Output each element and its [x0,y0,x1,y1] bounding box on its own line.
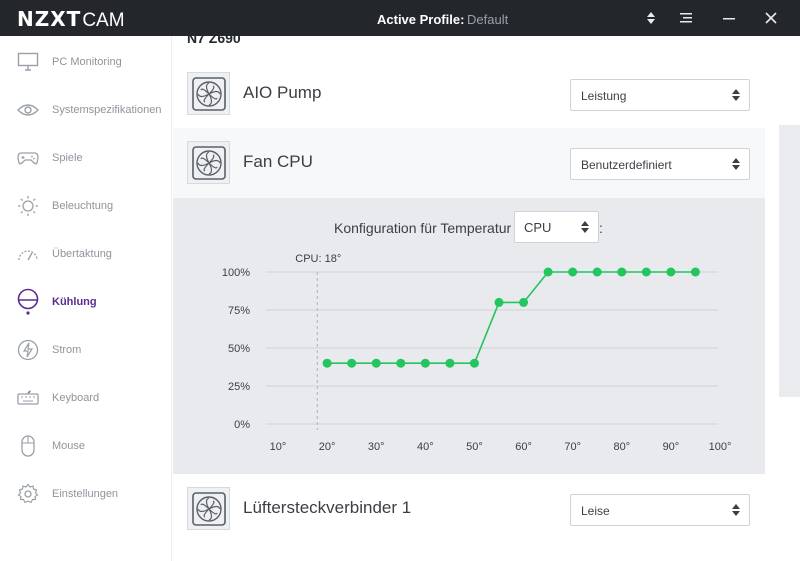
fan-curve-line [327,271,696,364]
app-name: CAM [82,10,125,31]
fan-curve-point[interactable] [568,267,578,277]
sidebar-item-label: Einstellungen [52,488,119,500]
fan-curve-point[interactable] [420,358,430,368]
x-tick-label: 100° [709,441,732,453]
mode-dropdown-value: Leise [581,504,610,518]
sidebar-item-label: Kühlung [52,296,97,308]
speedometer-icon [16,242,40,266]
sidebar-item-label: Systemspezifikationen [52,104,162,116]
device-row-fan-cpu: Fan CPU Benutzerdefiniert [173,128,765,198]
fan-icon [187,487,230,530]
sort-icon [731,502,741,518]
fan-curve-point[interactable] [347,358,357,368]
sidebar-item-kuehlung[interactable]: Kühlung [0,278,172,326]
mouse-icon [16,434,40,458]
current-temperature-label: CPU: 18° [295,253,341,265]
mode-dropdown[interactable]: Benutzerdefiniert [570,148,750,180]
sidebar-item-strom[interactable]: Strom [0,326,172,374]
device-row-aio-pump: AIO Pump Leistung [173,59,765,129]
monitor-icon [16,50,40,74]
sidebar-item-label: Keyboard [52,392,100,404]
device-row-fan-header-1: Lüftersteckverbinder 1 Leise [173,474,765,544]
close-icon[interactable] [764,10,778,29]
sidebar-item-einstellungen[interactable]: Einstellungen [0,470,172,518]
sidebar-item-pc-monitoring[interactable]: PC Monitoring [0,38,172,86]
x-tick-label: 50° [466,441,483,453]
y-tick-label: 50% [228,343,250,355]
fan-curve-point[interactable] [690,267,700,277]
x-tick-label: 40° [417,441,434,453]
active-profile-label: Active Profile: [377,12,465,27]
fan-curve-point[interactable] [617,267,627,277]
fan-curve-point[interactable] [543,267,553,277]
fan-curve-panel: Konfiguration für Temperatur CPU : 0% 25%… [173,198,765,474]
sidebar-item-label: Beleuchtung [52,200,114,212]
x-tick-label: 90° [663,441,680,453]
mode-dropdown[interactable]: Leistung [570,79,750,111]
sidebar-item-label: Mouse [52,440,86,452]
cooling-icon [16,288,40,315]
sidebar-item-label: Spiele [52,152,83,164]
x-tick-label: 60° [515,441,532,453]
x-tick-label: 70° [564,441,581,453]
nzxt-cam-window: NZXT CAM Active Profile: Default PC Moni… [0,0,800,561]
scrollbar-thumb[interactable] [779,125,800,397]
mode-dropdown[interactable]: Leise [570,494,750,526]
fan-curve-point[interactable] [371,358,381,368]
sidebar-item-label: Übertaktung [52,248,112,260]
gamepad-icon [16,146,40,170]
fan-icon [187,141,230,184]
fan-curve-chart[interactable]: 0% 25% 50% 75% 100% 10° 20° 30° 40° 50° 60° 70° 80° 9… [173,198,765,474]
mode-dropdown-value: Leistung [581,89,627,103]
minimize-icon[interactable] [722,10,736,29]
device-title: AIO Pump [243,83,322,102]
device-title: Lüftersteckverbinder 1 [243,498,412,517]
eye-icon [16,98,40,122]
fan-curve-point[interactable] [494,297,504,307]
mode-dropdown-value: Benutzerdefiniert [581,158,672,172]
sidebar-item-mouse[interactable]: Mouse [0,422,172,470]
fan-icon [187,72,230,115]
sidebar: PC Monitoring Systemspezifikationen Spie… [0,36,172,561]
fan-curve-point[interactable] [322,358,332,368]
sidebar-item-systemspezifikationen[interactable]: Systemspezifikationen [0,86,172,134]
y-tick-label: 75% [228,305,250,317]
y-tick-label: 25% [228,381,250,393]
menu-icon[interactable] [678,10,694,29]
brand-name: NZXT [17,7,82,31]
app-logo: NZXT CAM [17,7,125,32]
device-name: N7 Z690 [187,36,241,46]
cooling-panel: N7 Z690 AIO Pump Leistung Fan CPU Benutz… [173,36,765,561]
fan-curve-point[interactable] [519,297,529,307]
fan-curve-point[interactable] [641,267,651,277]
active-profile-value[interactable]: Default [467,12,508,27]
sidebar-item-spiele[interactable]: Spiele [0,134,172,182]
x-tick-label: 80° [613,441,630,453]
x-tick-label: 20° [319,441,336,453]
sort-icon [731,87,741,103]
y-tick-label: 0% [234,419,250,431]
x-tick-label: 10° [270,441,287,453]
y-tick-label: 100% [222,267,250,279]
fan-curve-point[interactable] [469,358,479,368]
fan-curve-point[interactable] [666,267,676,277]
fan-curve-point[interactable] [592,267,602,277]
lightning-icon [16,338,40,362]
sidebar-item-beleuchtung[interactable]: Beleuchtung [0,182,172,230]
sort-icon [731,156,741,172]
fan-curve-point[interactable] [445,358,455,368]
sidebar-item-keyboard[interactable]: Keyboard [0,374,172,422]
gear-icon [16,482,40,506]
sort-icon[interactable] [645,10,657,29]
fan-curve-point[interactable] [396,358,406,368]
sidebar-item-label: PC Monitoring [52,56,122,68]
sidebar-item-label: Strom [52,344,82,356]
sun-icon [16,194,40,218]
sidebar-item-uebertaktung[interactable]: Übertaktung [0,230,172,278]
x-tick-label: 30° [368,441,385,453]
title-bar: NZXT CAM Active Profile: Default [0,0,800,36]
device-title: Fan CPU [243,152,313,171]
keyboard-icon [16,386,40,410]
